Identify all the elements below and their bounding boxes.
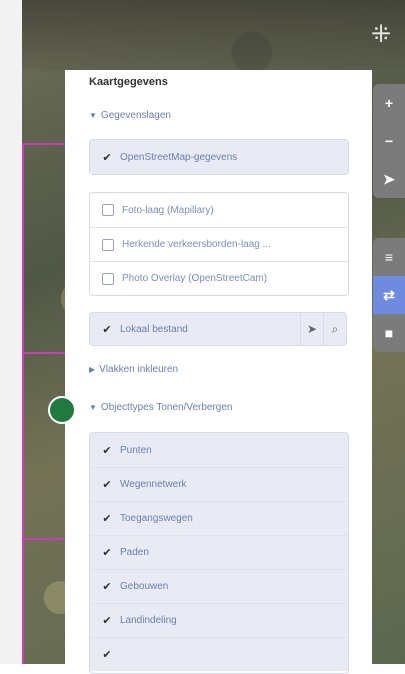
feature-points[interactable]: ✔ Punten <box>90 433 348 467</box>
checkbox-checked-icon[interactable]: ✔ <box>102 649 112 661</box>
checkbox-checked-icon[interactable]: ✔ <box>102 479 112 491</box>
checkbox-checked-icon[interactable]: ✔ <box>102 445 112 457</box>
map-top-overlay <box>22 0 405 70</box>
feature-service-roads[interactable]: ✔ Toegangswegen <box>90 501 348 535</box>
osm-layer-list: ✔ OpenStreetMap-gegevens <box>89 139 349 175</box>
search-icon[interactable]: ⌕ <box>323 312 346 346</box>
highlighted-road[interactable] <box>22 143 65 145</box>
checkbox-checked-icon[interactable]: ✔ <box>102 547 112 559</box>
panel-title: Kaartgegevens <box>89 76 168 88</box>
checkbox-icon[interactable] <box>102 272 114 285</box>
checkbox-checked-icon[interactable]: ✔ <box>102 581 112 593</box>
section-feature-types[interactable]: ▼ Objecttypes Tonen/Verbergen <box>89 402 233 413</box>
layer-osm-data[interactable]: ✔ OpenStreetMap-gegevens <box>90 140 348 174</box>
locate-button[interactable]: ➤ <box>373 160 405 198</box>
feature-boundaries[interactable]: ✔ <box>90 637 348 671</box>
loading-spinner-icon: ⁜ <box>370 21 392 48</box>
feature-landuse[interactable]: ✔ Landindeling <box>90 603 348 637</box>
checkbox-checked-icon[interactable]: ✔ <box>102 615 112 627</box>
caret-down-icon: ▼ <box>89 111 97 120</box>
checkbox-icon[interactable] <box>102 204 114 216</box>
zoom-to-layer-icon[interactable]: ➤ <box>300 312 323 346</box>
left-sidebar-strip <box>0 0 24 664</box>
map-data-button[interactable]: ⇄ <box>373 276 405 314</box>
zoom-out-button[interactable]: − <box>373 122 405 160</box>
feature-paths[interactable]: ✔ Paden <box>90 535 348 569</box>
background-layers-button[interactable]: ≡ <box>373 238 405 276</box>
layer-local-file[interactable]: ✔ Lokaal bestand ➤ ⌕ <box>89 312 347 346</box>
checkbox-checked-icon[interactable]: ✔ <box>102 152 112 164</box>
caret-down-icon: ▼ <box>89 403 97 412</box>
caret-right-icon: ▶ <box>89 365 96 374</box>
layer-mapillary[interactable]: Foto-laag (Mapillary) <box>90 193 348 227</box>
highlighted-road[interactable] <box>22 143 24 664</box>
feature-buildings[interactable]: ✔ Gebouwen <box>90 569 348 603</box>
highlighted-road[interactable] <box>22 352 65 354</box>
checkbox-checked-icon[interactable]: ✔ <box>102 513 112 525</box>
checkbox-checked-icon[interactable]: ✔ <box>102 324 112 336</box>
highlighted-road[interactable] <box>22 538 65 540</box>
local-file-toggle[interactable]: ✔ Lokaal bestand <box>90 324 300 336</box>
section-data-layers[interactable]: ▼ Gegevenslagen <box>89 110 171 121</box>
map-data-panel: Kaartgegevens ▼ Gegevenslagen ✔ OpenStree… <box>65 70 372 674</box>
photo-layer-list: Foto-laag (Mapillary) Herkende verkeersb… <box>89 192 349 296</box>
map-panes-toolbar: ≡ ⇄ ■ <box>373 238 405 352</box>
layer-openstreetcam[interactable]: Photo Overlay (OpenStreetCam) <box>90 261 348 295</box>
issues-button[interactable]: ■ <box>373 314 405 352</box>
section-fill-areas[interactable]: ▶ Vlakken inkleuren <box>89 364 178 375</box>
layer-traffic-signs[interactable]: Herkende verkeersborden-laag ... <box>90 227 348 261</box>
feature-road-network[interactable]: ✔ Wegennetwerk <box>90 467 348 501</box>
checkbox-icon[interactable] <box>102 238 114 251</box>
zoom-in-button[interactable]: + <box>373 84 405 122</box>
feature-type-list: ✔ Punten ✔ Wegennetwerk ✔ Toegangswegen ✔ Pa… <box>89 432 349 674</box>
tutorial-marker-dot <box>48 396 76 424</box>
map-controls-toolbar: + − ➤ <box>373 84 405 198</box>
